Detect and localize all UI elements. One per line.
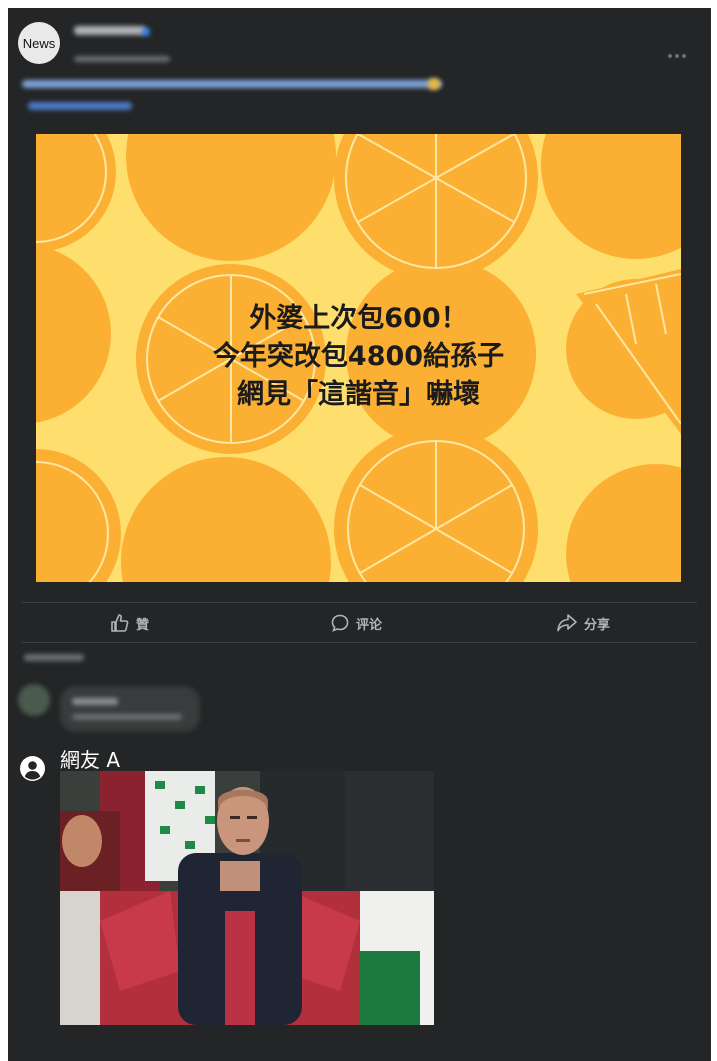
- comment-sort-blurred[interactable]: [24, 654, 84, 661]
- post-caption-blurred: [22, 80, 442, 88]
- like-icon: [111, 614, 129, 632]
- headline-line-2: 今年突改包4800給孫子: [212, 341, 505, 372]
- verified-badge-icon: [142, 28, 150, 36]
- page-avatar-label: News: [22, 35, 56, 51]
- headline: 外婆上次包600！ 今年突改包4800給孫子 網見「這諧音」嚇壞: [36, 300, 681, 414]
- divider-top: [22, 602, 697, 603]
- commenter-avatar-blurred[interactable]: [18, 684, 50, 716]
- like-label: 贊: [136, 617, 150, 633]
- comment-button[interactable]: 评论: [330, 612, 382, 634]
- post-image[interactable]: 外婆上次包600！ 今年突改包4800給孫子 網見「這諧音」嚇壞: [36, 134, 681, 582]
- facebook-post: News 外婆上次包600！ 今年突改包4800給孫子 網見「這諧音」嚇壞 贊 …: [8, 8, 711, 1061]
- meme-image[interactable]: [60, 771, 434, 1025]
- user-icon: [20, 756, 45, 781]
- comment-label: 评论: [356, 617, 383, 633]
- post-hashtag-blurred[interactable]: [28, 102, 132, 110]
- headline-line-3: 網見「這諧音」嚇壞: [237, 379, 480, 410]
- share-label: 分享: [584, 617, 611, 633]
- frustrated-fan-photo: [60, 771, 434, 1025]
- emoji-icon: [428, 78, 440, 90]
- more-icon[interactable]: [668, 43, 690, 58]
- share-button[interactable]: 分享: [556, 612, 610, 634]
- comment-bubble-blurred: [60, 686, 200, 732]
- post-timestamp-blurred: [74, 56, 170, 62]
- page-name-blurred[interactable]: [74, 26, 146, 35]
- share-icon: [557, 614, 577, 632]
- page-avatar[interactable]: News: [18, 22, 60, 64]
- reply-user-name[interactable]: 網友 A: [60, 744, 120, 773]
- like-button[interactable]: 贊: [110, 612, 149, 634]
- comment-icon: [331, 614, 349, 632]
- headline-line-1: 外婆上次包600！: [249, 303, 468, 334]
- post-header: News: [8, 8, 711, 128]
- divider-bottom: [22, 642, 697, 643]
